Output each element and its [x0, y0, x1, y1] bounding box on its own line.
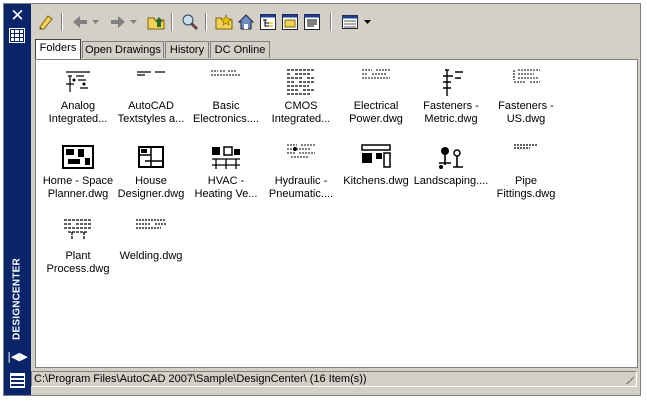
- item-label-line1: HVAC -: [207, 175, 245, 187]
- drawing-thumbnail-icon: [66, 71, 90, 92]
- up-icon[interactable]: [146, 12, 166, 32]
- item-label-line1: Analog: [60, 100, 96, 112]
- list-item[interactable]: AutoCAD Textstyles a...: [113, 64, 189, 130]
- list-item[interactable]: Pipe Fittings.dwg: [488, 139, 564, 205]
- item-label-line2: Heating Ve...: [194, 188, 258, 200]
- item-label-line2: Integrated...: [48, 113, 108, 125]
- tab-folders[interactable]: Folders: [35, 39, 81, 59]
- search-icon[interactable]: [180, 12, 200, 32]
- palette-title-bar[interactable]: ✕ DESIGNCENTER |◀▶: [4, 4, 31, 395]
- description-icon[interactable]: [302, 12, 322, 32]
- drawing-thumbnail-icon: [443, 69, 463, 96]
- item-label-line2: US.dwg: [506, 113, 546, 125]
- item-label-line2: Electronics....: [192, 113, 260, 125]
- tab-open-drawings[interactable]: Open Drawings: [82, 41, 164, 58]
- list-item[interactable]: Welding.dwg: [113, 214, 189, 280]
- item-label-line1: Welding.dwg: [119, 250, 183, 262]
- list-item[interactable]: Hydraulic - Pneumatic....: [263, 139, 339, 205]
- palette-title: DESIGNCENTER: [11, 258, 23, 340]
- drawing-thumbnail-icon: [287, 144, 315, 158]
- views-icon[interactable]: [340, 12, 360, 32]
- list-item[interactable]: Fasteners - Metric.dwg: [413, 64, 489, 130]
- item-label-line1: Kitchens.dwg: [343, 175, 409, 187]
- item-label-line1: AutoCAD: [128, 100, 174, 112]
- list-item[interactable]: Fasteners - US.dwg: [488, 64, 564, 130]
- drawing-thumbnail-icon: [138, 146, 164, 168]
- list-item[interactable]: Home - Space Planner.dwg: [40, 139, 116, 205]
- drawing-thumbnail-icon: [362, 69, 390, 79]
- item-label-line1: Basic: [212, 100, 240, 112]
- list-item[interactable]: Kitchens.dwg: [338, 139, 414, 205]
- item-label-line2: Designer.dwg: [117, 188, 185, 200]
- tree-view-toggle-icon[interactable]: [258, 12, 278, 32]
- item-label-line2: Planner.dwg: [47, 188, 109, 200]
- item-label-line1: House: [135, 175, 167, 187]
- item-label-line2: Integrated...: [271, 113, 331, 125]
- item-label-line1: Landscaping....: [413, 175, 489, 187]
- back-dropdown-icon[interactable]: [92, 19, 99, 25]
- drawing-thumbnail-icon: [211, 70, 241, 76]
- home-icon[interactable]: [236, 12, 256, 32]
- close-icon[interactable]: ✕: [8, 7, 27, 25]
- tab-history[interactable]: History: [165, 41, 209, 58]
- toolbar: [34, 10, 638, 36]
- list-item[interactable]: Basic Electronics....: [188, 64, 264, 130]
- drawing-thumbnail-icon: [514, 144, 538, 149]
- drawing-thumbnail-icon: [212, 146, 240, 169]
- favorites-icon[interactable]: [214, 12, 234, 32]
- load-icon[interactable]: [36, 12, 56, 32]
- list-item[interactable]: HVAC - Heating Ve...: [188, 139, 264, 205]
- item-label-line1: Plant: [65, 250, 91, 262]
- item-label-line2: Power.dwg: [349, 113, 403, 125]
- list-item[interactable]: Plant Process.dwg: [40, 214, 116, 280]
- item-label-line1: Home - Space: [42, 175, 114, 187]
- item-label-line2: Process.dwg: [46, 263, 110, 275]
- content-pane[interactable]: Analog Integrated... AutoCAD Textstyles …: [35, 59, 638, 368]
- item-label-line2: Pneumatic....: [268, 188, 334, 200]
- resize-grip-icon[interactable]: [624, 374, 634, 384]
- properties-icon[interactable]: [9, 28, 25, 43]
- drawing-thumbnail-icon: [287, 69, 315, 95]
- item-label-line1: Pipe: [514, 175, 538, 187]
- back-icon[interactable]: [70, 12, 90, 32]
- list-item[interactable]: Analog Integrated...: [40, 64, 116, 130]
- list-item[interactable]: CMOS Integrated...: [263, 64, 339, 130]
- list-item[interactable]: Electrical Power.dwg: [338, 64, 414, 130]
- drawing-thumbnail-icon: [136, 219, 166, 229]
- drawing-thumbnail-icon: [361, 144, 391, 168]
- drawing-thumbnail-icon: [62, 145, 94, 169]
- list-item[interactable]: Landscaping....: [413, 139, 489, 205]
- tab-dc-online[interactable]: DC Online: [210, 41, 270, 58]
- palette-menu-icon[interactable]: [10, 373, 25, 388]
- status-path: C:\Program Files\AutoCAD 2007\Sample\Des…: [34, 373, 367, 385]
- drawing-thumbnail-icon: [64, 219, 92, 240]
- drawing-thumbnail-icon: [513, 69, 540, 83]
- item-label-line1: Fasteners -: [423, 100, 479, 112]
- item-label-line2: Textstyles a...: [117, 113, 185, 125]
- item-label-line2: Metric.dwg: [424, 113, 478, 125]
- list-item[interactable]: House Designer.dwg: [113, 139, 189, 205]
- views-dropdown-icon[interactable]: [364, 19, 371, 25]
- autohide-icon[interactable]: |◀▶: [7, 349, 28, 365]
- drawing-thumbnail-icon: [439, 147, 463, 169]
- item-label-line1: CMOS: [284, 100, 318, 112]
- forward-icon[interactable]: [108, 12, 128, 32]
- designcenter-window: ✕ DESIGNCENTER |◀▶ Folders Open Drawings…: [3, 3, 641, 396]
- drawing-thumbnail-icon: [137, 71, 165, 76]
- forward-dropdown-icon[interactable]: [130, 19, 137, 25]
- item-label-line1: Hydraulic -: [274, 175, 328, 187]
- status-bar: C:\Program Files\AutoCAD 2007\Sample\Des…: [31, 371, 637, 387]
- item-label-line2: Fittings.dwg: [496, 188, 556, 200]
- item-label-line1: Electrical: [353, 100, 399, 112]
- item-label-line1: Fasteners -: [498, 100, 554, 112]
- preview-icon[interactable]: [280, 12, 300, 32]
